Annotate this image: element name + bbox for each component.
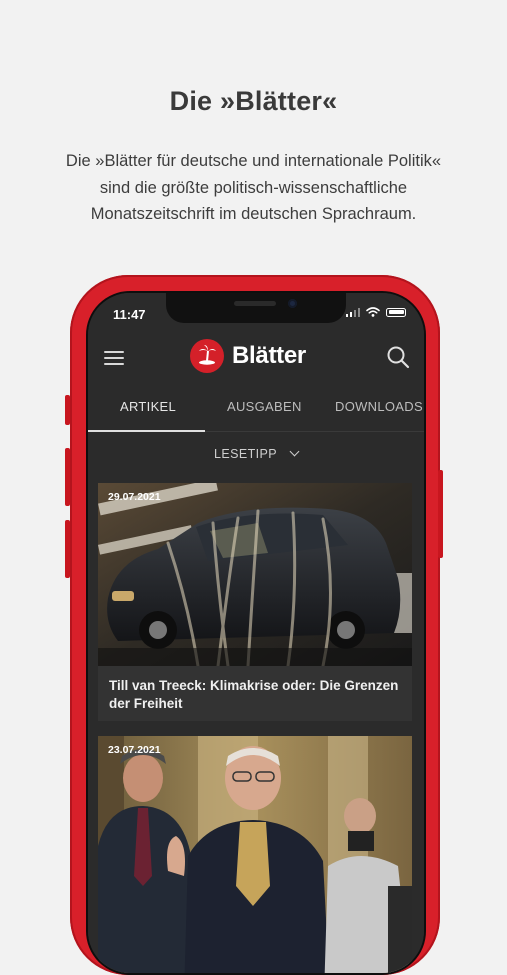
filter-label: LESETIPP <box>214 447 277 461</box>
article-card[interactable]: 29.07.2021 Till van Treeck: Klimakrise o… <box>98 483 412 721</box>
article-image <box>98 736 412 973</box>
promo-line: Die »Blätter für deutsche und internatio… <box>65 152 442 170</box>
phone-volume-up-button <box>65 448 70 506</box>
phone-power-button <box>438 470 443 558</box>
speaker <box>234 301 276 306</box>
article-title: Till van Treeck: Klimakrise oder: Die Gr… <box>109 678 399 711</box>
tab-artikel[interactable]: ARTIKEL <box>120 399 176 414</box>
promo-line: Monatszeitschrift im deutschen Sprachrau… <box>90 205 417 223</box>
promo-line: sind die größte politisch-wissenschaftli… <box>99 178 408 197</box>
article-date: 23.07.2021 <box>108 744 161 756</box>
camera-icon <box>288 299 297 308</box>
article-date: 29.07.2021 <box>108 491 161 503</box>
tab-bar: ARTIKEL AUSGABEN DOWNLOADS <box>88 389 424 432</box>
wifi-icon <box>366 307 380 317</box>
tab-ausgaben[interactable]: AUSGABEN <box>227 399 302 414</box>
palm-island-icon <box>190 339 224 373</box>
promo-description: Die »Blätter für deutsche und internatio… <box>30 148 477 228</box>
hamburger-icon[interactable] <box>104 351 124 365</box>
chevron-down-icon <box>289 446 300 457</box>
battery-icon <box>386 307 406 317</box>
signal-icon <box>345 307 360 317</box>
app-logo[interactable]: Blätter <box>190 339 306 373</box>
notch <box>166 293 346 323</box>
article-card[interactable]: 23.07.2021 <box>98 736 412 973</box>
status-icons <box>345 307 406 317</box>
tab-indicator <box>88 430 205 432</box>
logo-text: Blätter <box>232 342 306 369</box>
tab-downloads[interactable]: DOWNLOADS <box>335 399 423 414</box>
phone-screen: 11:47 Blätter ARTIKEL AUSGABEN DOWNLOADS… <box>86 291 426 975</box>
search-icon[interactable] <box>386 345 410 369</box>
filter-dropdown[interactable]: LESETIPP <box>88 446 424 461</box>
phone-volume-down-button <box>65 520 70 578</box>
phone-side-button <box>65 395 70 425</box>
app-header: Blätter <box>88 335 424 381</box>
status-time: 11:47 <box>113 307 146 322</box>
app-screen: 11:47 Blätter ARTIKEL AUSGABEN DOWNLOADS… <box>88 293 424 973</box>
article-image <box>98 483 412 666</box>
promo-title: Die »Blätter« <box>169 86 338 116</box>
